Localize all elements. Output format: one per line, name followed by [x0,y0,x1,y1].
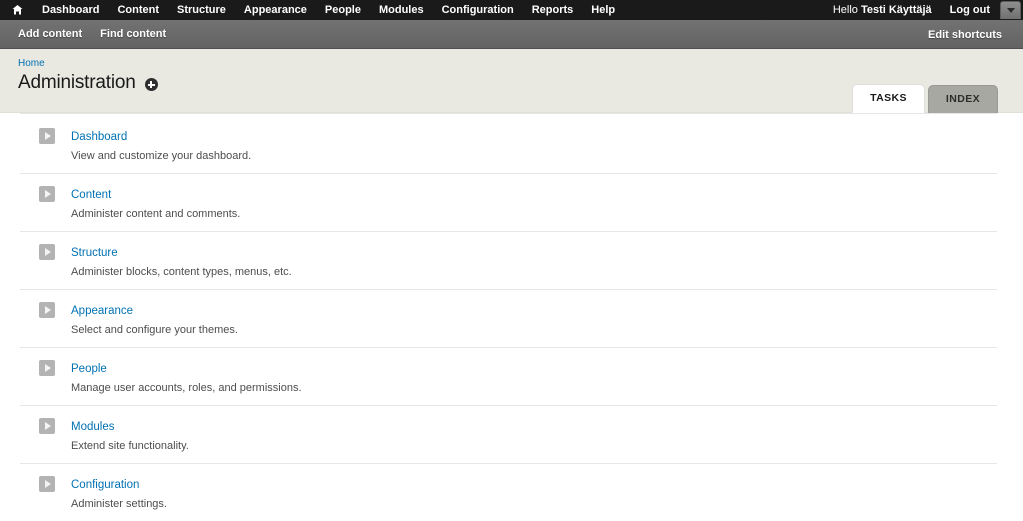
greeting-prefix: Hello [832,4,861,16]
admin-link-configuration[interactable]: Configuration [71,478,139,492]
list-item: Content Administer content and comments. [20,173,997,231]
chevron-right-icon[interactable] [39,302,55,318]
shortcut-find-content[interactable]: Find content [91,28,175,40]
list-item-body: Structure Administer blocks, content typ… [71,243,997,279]
chevron-right-icon[interactable] [39,186,55,202]
admin-desc-dashboard: View and customize your dashboard. [71,150,252,162]
toolbar-item-modules[interactable]: Modules [370,0,433,20]
chevron-right-icon[interactable] [39,244,55,260]
shortcut-add-content[interactable]: Add content [9,28,91,40]
breadcrumb-item-home[interactable]: Home [18,58,45,69]
admin-desc-modules: Extend site functionality. [71,440,189,452]
home-icon[interactable] [9,2,25,18]
tab-tasks[interactable]: TASKS [852,84,925,113]
admin-desc-people: Manage user accounts, roles, and permiss… [71,382,302,394]
admin-desc-appearance: Select and configure your themes. [71,324,238,336]
user-name: Testi Käyttäjä [860,4,932,16]
admin-desc-configuration: Administer settings. [71,498,167,510]
admin-task-list: Dashboard View and customize your dashbo… [20,114,997,521]
list-item-body: Dashboard View and customize your dashbo… [71,127,997,163]
breadcrumb: Home [18,58,1003,69]
toolbar-item-people[interactable]: People [316,0,370,20]
admin-toolbar: Dashboard Content Structure Appearance P… [0,0,1023,20]
toolbar-menu: Dashboard Content Structure Appearance P… [33,0,624,20]
admin-link-modules[interactable]: Modules [71,420,114,434]
breadcrumb-separator [45,58,51,69]
admin-link-structure[interactable]: Structure [71,246,118,260]
list-item-body: Configuration Administer settings. [71,475,997,511]
chevron-right-icon[interactable] [39,476,55,492]
toolbar-item-configuration[interactable]: Configuration [433,0,523,20]
admin-desc-structure: Administer blocks, content types, menus,… [71,266,292,278]
list-item: Appearance Select and configure your the… [20,289,997,347]
shortcut-bar: Add content Find content Edit shortcuts [0,20,1023,49]
list-item: Modules Extend site functionality. [20,405,997,463]
shortcut-bar-right: Edit shortcuts [919,20,1011,49]
toolbar-item-reports[interactable]: Reports [523,0,583,20]
add-shortcut-icon[interactable] [144,78,158,91]
toolbar-user-area: Hello Testi Käyttäjä Log out [825,0,1023,20]
main-content: Dashboard View and customize your dashbo… [0,113,1023,521]
admin-link-appearance[interactable]: Appearance [71,304,133,318]
admin-link-content[interactable]: Content [71,188,111,202]
admin-desc-content: Administer content and comments. [71,208,241,220]
chevron-right-icon[interactable] [39,418,55,434]
toolbar-item-content[interactable]: Content [108,0,168,20]
list-item-body: Content Administer content and comments. [71,185,997,221]
edit-shortcuts-link[interactable]: Edit shortcuts [919,29,1011,41]
list-item: Dashboard View and customize your dashbo… [20,114,997,173]
toolbar-item-dashboard[interactable]: Dashboard [33,0,108,20]
list-item-body: Appearance Select and configure your the… [71,301,997,337]
list-item: Configuration Administer settings. [20,463,997,521]
list-item: People Manage user accounts, roles, and … [20,347,997,405]
user-greeting: Hello Testi Käyttäjä [825,0,940,20]
toolbar-item-help[interactable]: Help [582,0,624,20]
toolbar-item-structure[interactable]: Structure [168,0,235,20]
toolbar-item-appearance[interactable]: Appearance [235,0,316,20]
tab-index[interactable]: INDEX [927,85,998,113]
primary-tabs: TASKS INDEX [852,84,998,113]
list-item-body: People Manage user accounts, roles, and … [71,359,997,395]
admin-link-people[interactable]: People [71,362,107,376]
page-title: Administration [18,72,136,93]
chevron-right-icon[interactable] [39,360,55,376]
chevron-right-icon[interactable] [39,128,55,144]
logout-link[interactable]: Log out [940,0,1000,20]
toolbar-collapse-toggle[interactable] [1000,1,1021,19]
admin-link-dashboard[interactable]: Dashboard [71,130,127,144]
chevron-down-icon [1006,8,1015,13]
page-header: Home Administration TASKS INDEX [0,49,1023,113]
list-item: Structure Administer blocks, content typ… [20,231,997,289]
list-item-body: Modules Extend site functionality. [71,417,997,453]
